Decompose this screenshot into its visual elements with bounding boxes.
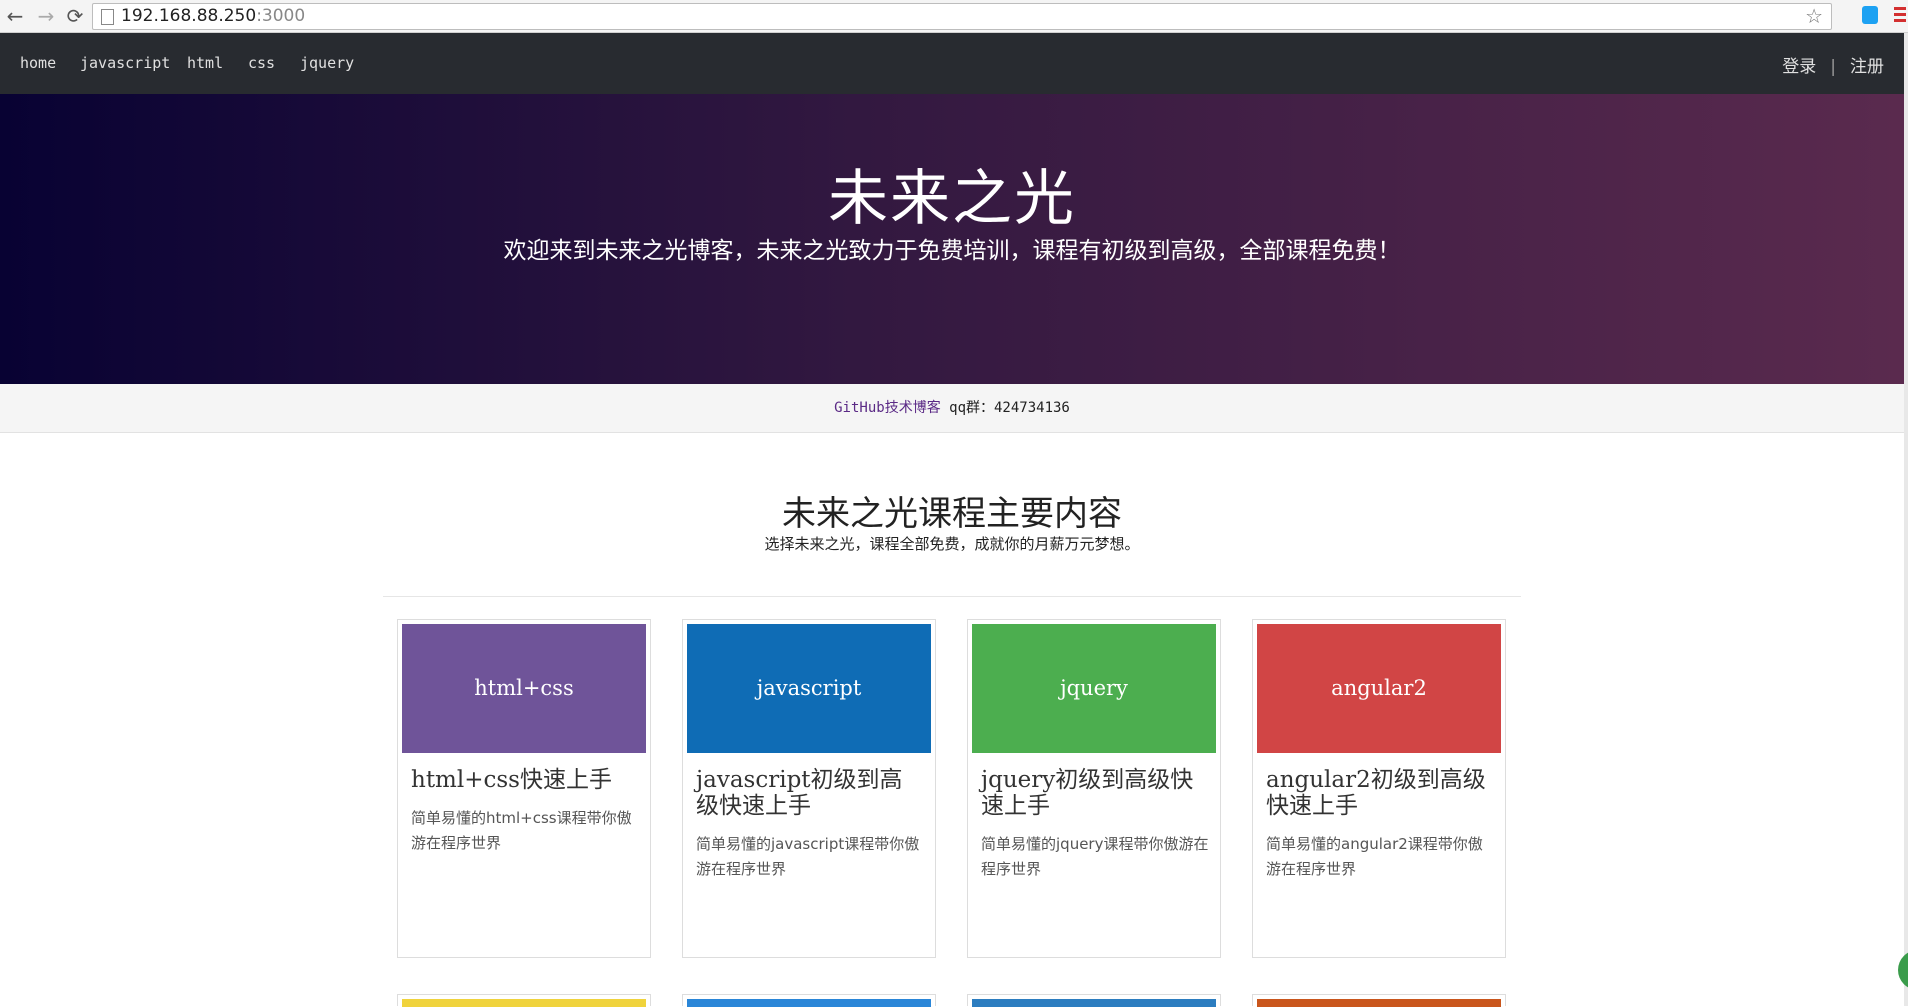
nav-link-html[interactable]: html — [187, 54, 223, 72]
extension-icon[interactable] — [1862, 6, 1878, 24]
hero-banner: 未来之光 欢迎来到未来之光博客，未来之光致力于免费培训，课程有初级到高级，全部课… — [0, 94, 1904, 384]
nav-link-css[interactable]: css — [248, 54, 275, 72]
section-divider — [383, 596, 1521, 597]
course-card-angular2[interactable]: angular2 angular2初级到高级快速上手 简单易懂的angular2… — [1252, 619, 1506, 958]
course-card-partial[interactable] — [397, 994, 651, 1007]
info-bar: GitHub技术博客 qq群：424734136 — [0, 384, 1904, 433]
nav-link-javascript[interactable]: javascript — [80, 54, 170, 72]
course-card-jquery[interactable]: jquery jquery初级到高级快速上手 简单易懂的jquery课程带你傲游… — [967, 619, 1221, 958]
nav-link-home[interactable]: home — [20, 54, 56, 72]
card-description: 简单易懂的angular2课程带你傲游在程序世界 — [1266, 835, 1483, 878]
course-card-partial[interactable] — [1252, 994, 1506, 1007]
url-port: :3000 — [256, 6, 306, 26]
card-title[interactable]: html+css快速上手 — [411, 767, 639, 793]
section-subtitle: 选择未来之光，课程全部免费，成就你的月薪万元梦想。 — [764, 535, 1140, 553]
hero-subtitle: 欢迎来到未来之光博客，未来之光致力于免费培训，课程有初级到高级，全部课程免费！ — [503, 238, 1401, 264]
forward-icon[interactable]: → — [35, 5, 57, 27]
card-thumbnail[interactable]: angular2 — [1257, 624, 1501, 753]
card-title[interactable]: jquery初级到高级快速上手 — [981, 767, 1209, 819]
address-bar[interactable]: 192.168.88.250:3000 ☆ — [92, 3, 1832, 30]
card-thumbnail[interactable]: html+css — [402, 624, 646, 753]
browser-toolbar: ← → ⟳ 192.168.88.250:3000 ☆ — [0, 0, 1908, 33]
auth-links: 登录 | 注册 — [1782, 52, 1884, 77]
card-thumbnail[interactable]: javascript — [687, 624, 931, 753]
browser-menu-icon[interactable] — [1894, 7, 1906, 23]
login-link[interactable]: 登录 — [1782, 57, 1816, 77]
course-card-javascript[interactable]: javascript javascript初级到高级快速上手 简单易懂的java… — [682, 619, 936, 958]
page-scrollbar[interactable] — [1904, 33, 1908, 1006]
card-description: 简单易懂的html+css课程带你傲游在程序世界 — [411, 809, 632, 852]
course-card-html-css[interactable]: html+css html+css快速上手 简单易懂的html+css课程带你傲… — [397, 619, 651, 958]
page-icon — [101, 9, 114, 25]
card-thumbnail[interactable]: jquery — [972, 624, 1216, 753]
url-text: 192.168.88.250:3000 — [121, 4, 305, 29]
course-card-partial[interactable] — [682, 994, 936, 1007]
card-description: 简单易懂的jquery课程带你傲游在程序世界 — [981, 835, 1209, 878]
section-title: 未来之光课程主要内容 — [782, 494, 1122, 534]
qq-group-text: qq群：424734136 — [949, 400, 1070, 416]
url-host: 192.168.88.250 — [121, 6, 257, 26]
card-title[interactable]: javascript初级到高级快速上手 — [696, 767, 924, 819]
bookmark-star-icon[interactable]: ☆ — [1805, 4, 1823, 29]
auth-separator: | — [1830, 57, 1836, 77]
floating-action-button[interactable] — [1898, 950, 1908, 990]
course-card-partial[interactable] — [967, 994, 1221, 1007]
card-title[interactable]: angular2初级到高级快速上手 — [1266, 767, 1494, 819]
site-navbar: home javascript html css jquery 登录 | 注册 — [0, 33, 1904, 94]
card-description: 简单易懂的javascript课程带你傲游在程序世界 — [696, 835, 920, 878]
register-link[interactable]: 注册 — [1850, 57, 1884, 77]
nav-link-jquery[interactable]: jquery — [300, 54, 354, 72]
back-icon[interactable]: ← — [4, 5, 26, 27]
hero-title: 未来之光 — [828, 164, 1076, 234]
github-blog-link[interactable]: GitHub技术博客 — [834, 400, 941, 416]
reload-icon[interactable]: ⟳ — [64, 5, 86, 27]
